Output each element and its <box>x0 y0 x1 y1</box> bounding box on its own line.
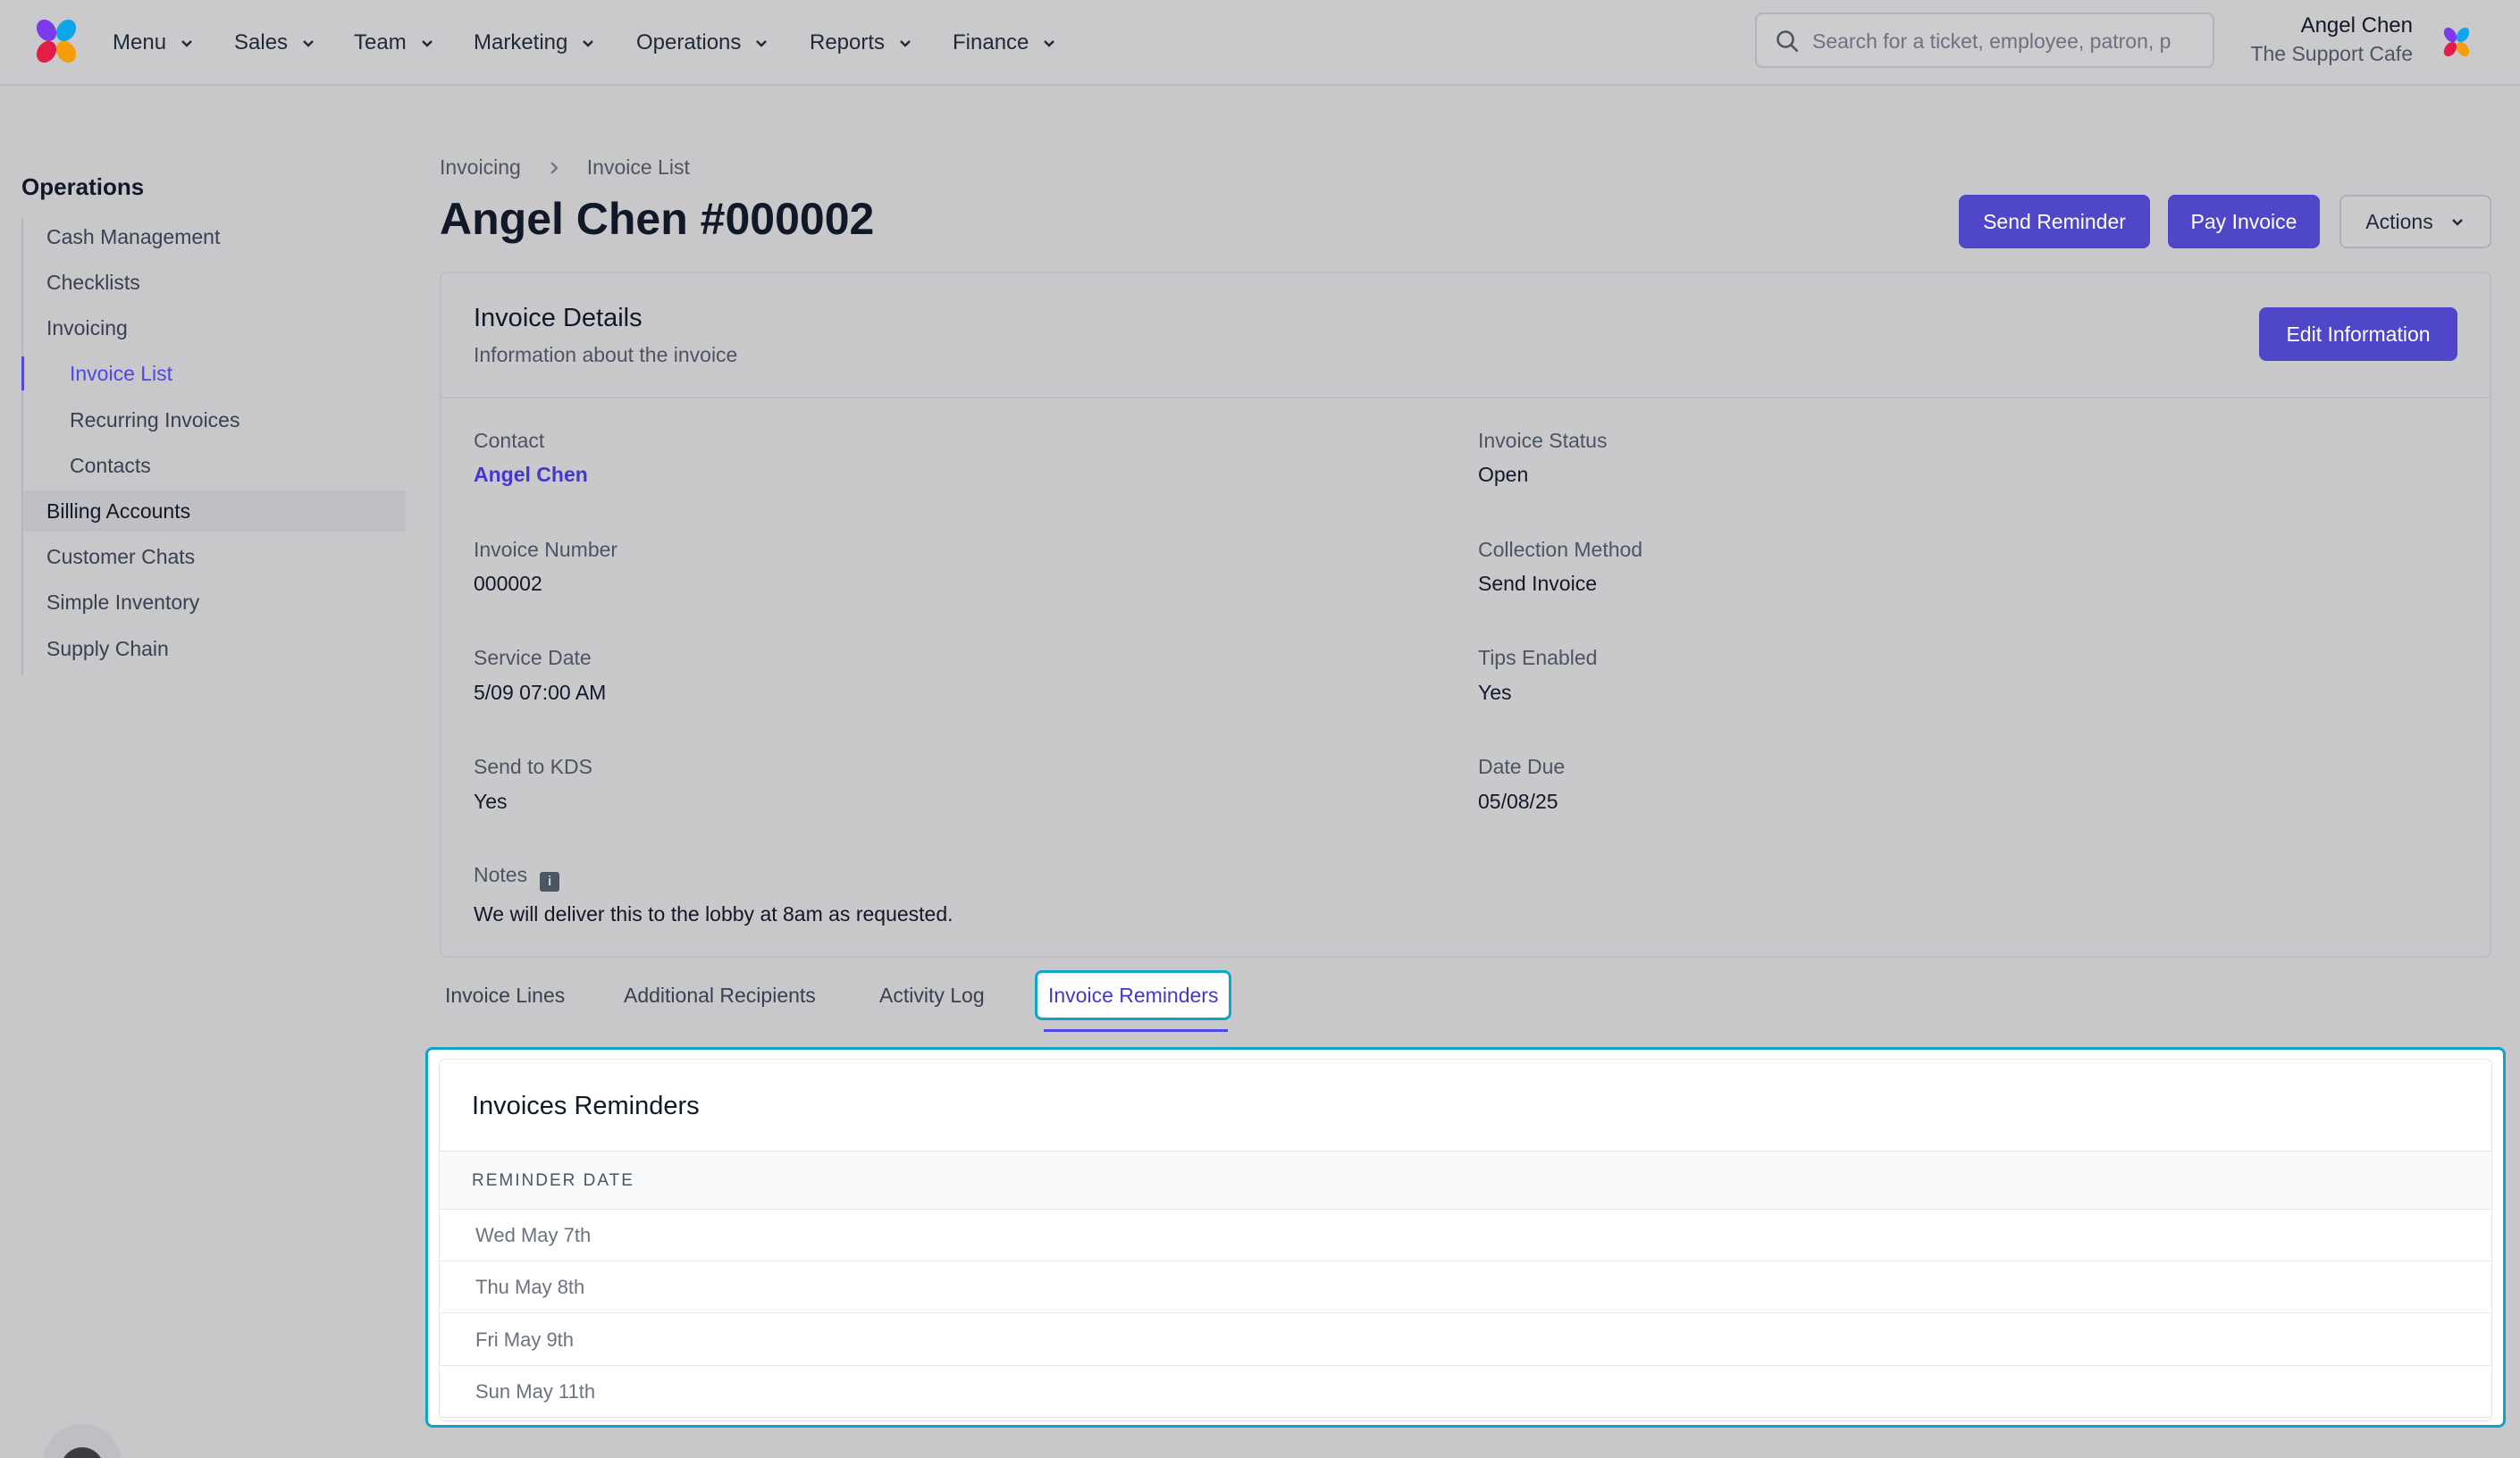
sidebar-item-customer-chats[interactable]: Customer Chats <box>23 536 406 577</box>
notes-label-row: Notes i <box>474 863 560 892</box>
breadcrumb-invoice-list[interactable]: Invoice List <box>587 155 690 180</box>
card-header: Invoice Details Information about the in… <box>441 273 2490 398</box>
nav-team-label: Team <box>354 30 407 54</box>
nav-menu-label: Menu <box>113 30 167 54</box>
sidebar-item-simple-inventory[interactable]: Simple Inventory <box>23 582 406 623</box>
send-to-kds-value: Yes <box>474 790 508 813</box>
nav-menu[interactable]: Menu <box>113 25 195 61</box>
reminder-date-cell: Fri May 9th <box>475 1328 575 1351</box>
collection-method-value: Send Invoice <box>1478 572 1597 595</box>
nav-team[interactable]: Team <box>354 25 435 61</box>
sidebar-item-cash-management[interactable]: Cash Management <box>23 216 406 257</box>
table-row[interactable]: Fri May 9th <box>440 1314 2491 1366</box>
tab-invoice-lines[interactable]: Invoice Lines <box>440 970 570 1020</box>
actions-dropdown-button[interactable]: Actions <box>2339 195 2491 248</box>
actions-label: Actions <box>2365 209 2433 233</box>
app-logo-icon[interactable] <box>30 16 82 68</box>
notes-value: We will deliver this to the lobby at 8am… <box>474 902 953 926</box>
active-tab-indicator <box>1044 1029 1228 1032</box>
nav-reports-label: Reports <box>810 30 886 54</box>
search-icon <box>1777 30 1799 53</box>
send-to-kds-label: Send to KDS <box>474 755 592 778</box>
collection-method-label: Collection Method <box>1478 538 1643 561</box>
page-title: Angel Chen #000002 <box>440 194 875 244</box>
tab-activity-log[interactable]: Activity Log <box>874 970 990 1020</box>
card-title: Invoice Details <box>474 304 643 332</box>
chevron-down-icon <box>756 40 768 47</box>
nav-finance[interactable]: Finance <box>953 25 1057 61</box>
chevron-right-icon <box>550 161 559 174</box>
table-row[interactable]: Wed May 7th <box>440 1210 2491 1261</box>
sidebar-item-recurring-invoices[interactable]: Recurring Invoices <box>23 399 406 440</box>
top-navigation-bar: Menu Sales Team Marketing Operations Rep… <box>0 0 2520 86</box>
breadcrumb: Invoicing Invoice List <box>440 155 690 180</box>
invoice-status-value: Open <box>1478 463 1529 486</box>
nav-marketing-label: Marketing <box>474 30 568 54</box>
global-search <box>1755 13 2214 68</box>
date-due-label: Date Due <box>1478 755 1566 778</box>
table-header: REMINDER DATE <box>440 1151 2491 1210</box>
contact-label: Contact <box>474 429 545 452</box>
chevron-down-icon <box>583 40 594 47</box>
edit-information-button[interactable]: Edit Information <box>2259 307 2457 361</box>
pay-invoice-button[interactable]: Pay Invoice <box>2168 195 2320 248</box>
sidebar-item-billing-accounts[interactable]: Billing Accounts <box>23 490 406 532</box>
sidebar-item-invoice-list[interactable]: Invoice List <box>21 353 406 394</box>
user-name[interactable]: Angel Chen <box>2301 13 2413 38</box>
sidebar-item-contacts[interactable]: Contacts <box>23 445 406 486</box>
nav-sales-label: Sales <box>234 30 289 54</box>
breadcrumb-invoicing[interactable]: Invoicing <box>440 155 521 180</box>
chevron-down-icon <box>303 40 314 47</box>
card-subtitle: Information about the invoice <box>474 343 738 366</box>
chevron-down-icon <box>181 40 192 47</box>
chevron-down-icon <box>900 40 911 47</box>
contact-link[interactable]: Angel Chen <box>474 463 588 487</box>
chevron-down-icon <box>2451 219 2463 226</box>
nav-marketing[interactable]: Marketing <box>474 25 596 61</box>
service-date-label: Service Date <box>474 646 592 669</box>
notes-label: Notes <box>474 863 528 886</box>
nav-reports[interactable]: Reports <box>810 25 913 61</box>
reminder-date-cell: Sun May 11th <box>475 1380 596 1403</box>
tips-enabled-label: Tips Enabled <box>1478 646 1598 669</box>
chevron-down-icon <box>421 40 433 47</box>
tab-additional-recipients[interactable]: Additional Recipients <box>618 970 821 1020</box>
nav-finance-label: Finance <box>953 30 1029 54</box>
invoice-number-value: 000002 <box>474 572 542 595</box>
service-date-value: 5/09 07:00 AM <box>474 681 607 704</box>
nav-operations[interactable]: Operations <box>636 25 769 61</box>
nav-operations-label: Operations <box>636 30 742 54</box>
reminder-date-cell: Wed May 7th <box>475 1224 592 1246</box>
send-reminder-button[interactable]: Send Reminder <box>1959 195 2150 248</box>
table-row[interactable]: Sun May 11th <box>440 1366 2491 1418</box>
chevron-down-icon <box>1044 40 1055 47</box>
sidebar-item-invoicing[interactable]: Invoicing <box>23 307 406 348</box>
invoice-status-label: Invoice Status <box>1478 429 1608 452</box>
reminders-title: Invoices Reminders <box>472 1092 700 1120</box>
search-input[interactable] <box>1812 23 2205 59</box>
sidebar-title: Operations <box>21 173 145 200</box>
date-due-value: 05/08/25 <box>1478 790 1558 813</box>
tab-invoice-reminders[interactable]: Invoice Reminders <box>1035 970 1232 1020</box>
invoice-details-card: Invoice Details Information about the in… <box>440 272 2491 958</box>
user-organization: The Support Cafe <box>2250 42 2413 65</box>
reminder-date-column-header[interactable]: REMINDER DATE <box>472 1171 634 1191</box>
sidebar-item-checklists[interactable]: Checklists <box>23 262 406 303</box>
tips-enabled-value: Yes <box>1478 681 1512 704</box>
reminder-date-cell: Thu May 8th <box>475 1276 585 1298</box>
invoice-number-label: Invoice Number <box>474 538 618 561</box>
organization-logo-icon[interactable] <box>2440 25 2474 59</box>
table-row[interactable]: Thu May 8th <box>440 1261 2491 1313</box>
info-icon[interactable]: i <box>540 872 560 892</box>
nav-sales[interactable]: Sales <box>234 25 316 61</box>
sidebar-item-supply-chain[interactable]: Supply Chain <box>23 628 406 669</box>
invoice-reminders-card: Invoices Reminders REMINDER DATE Wed May… <box>440 1060 2491 1420</box>
